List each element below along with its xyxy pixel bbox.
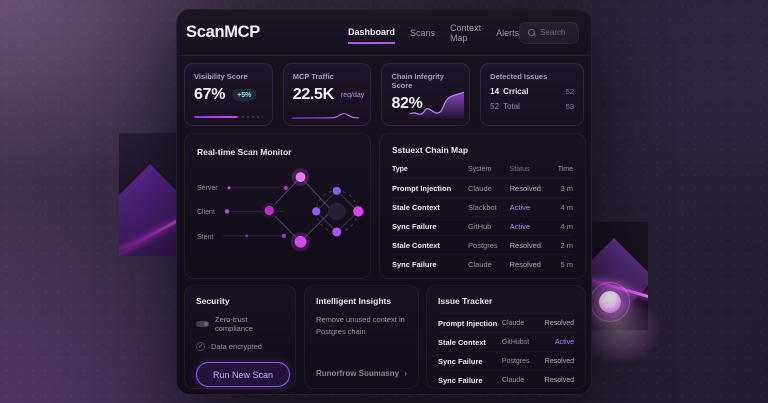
stat-title: Detected Issues [490,72,548,81]
visibility-progress-bar [194,116,263,118]
issue-tracker-card: Issue Tracker Prompt Injection Claude Res… [426,285,586,389]
col-type: Type [392,166,408,173]
insight-action-link[interactable]: Runorfrow Soumasny › [316,368,407,378]
stat-card-traffic: MCP Traffic 22.5K req/day [282,63,372,126]
nav-tab-context-map[interactable]: Context Map [450,17,481,48]
traffic-value: 22.5K [292,86,335,103]
insight-text: Remove unused context in Postgres chain [316,315,405,336]
nav-tab-dashboard[interactable]: Dashboard [348,21,396,44]
issues-row-total: 52 Total 53 [490,102,574,111]
stats-row: Visibility Score 67% +5% MCP Traffic 22.… [184,63,584,126]
background-panel-left [119,133,176,256]
tracker-row[interactable]: Prompt Injection Claude Resolved [438,313,574,332]
integrity-area-chart [410,91,465,119]
search-icon [528,29,536,36]
insight-action-label: Runorfrow Soumasny [316,368,400,378]
security-item-label: Zero-trust compliance [215,315,253,333]
pyramid-shape [119,164,176,256]
security-item-encrypted: ✓ Data encrypted [196,342,284,351]
network-diagram [223,168,364,252]
glowing-orb [599,291,621,313]
header: ScanMCP Dashboard Scans Context Map Aler… [177,10,591,56]
card-title: Intelligent Insights [316,296,392,306]
nav-tab-scans[interactable]: Scans [410,22,435,43]
nav-tab-alerts[interactable]: Alerts [496,22,519,43]
table-row[interactable]: Prompt Injection Claude Resolved 3 m [392,179,573,198]
visibility-value: 67% [194,86,226,103]
chain-map-table: Type System Status Time Prompt Injection… [392,163,573,273]
trend-badge: +5% [232,89,257,101]
background-panel-right [583,222,648,330]
toggle-icon [196,321,209,327]
run-new-scan-button[interactable]: Run New Scan [196,362,290,387]
traffic-unit: req/day [340,91,365,99]
col-time: Time [557,166,573,173]
stat-card-visibility: Visibility Score 67% +5% [184,63,273,126]
card-title: Security [196,296,230,306]
check-icon: ✓ [196,342,205,351]
insights-card: Intelligent Insights Remove unused conte… [304,285,419,389]
scan-monitor-panel: Real-time Scan Monitor Server Client Ste… [184,133,371,279]
table-row[interactable]: Sync Failure Claude Resolved 5 m [392,255,573,274]
tracker-row[interactable]: Sync Failure Postgres Resolved [438,351,574,370]
search-box[interactable] [519,21,579,44]
chain-map-panel: Sstuext Chain Map Type System Status Tim… [379,133,586,279]
tracker-row[interactable]: Sync Failure Claude Resolved [438,370,574,389]
table-row[interactable]: Stale Context Postgres Resolved 2 m [392,236,573,255]
security-item-zero-trust: Zero-trust compliance [196,315,284,333]
dashboard-window: ScanMCP Dashboard Scans Context Map Aler… [176,9,592,395]
stat-title: MCP Traffic [292,72,334,81]
main-nav: Dashboard Scans Context Map Alerts [348,17,519,48]
col-status: Status [509,166,530,173]
stat-title: Visibility Score [194,72,248,81]
traffic-sparkline [291,112,359,119]
security-item-label: Data encrypted [211,342,262,351]
chevron-right-icon: › [404,368,407,378]
col-system: System [468,166,492,173]
stat-card-integrity: Chain Infegrity Score 82% [381,63,471,126]
panel-title: Sstuext Chain Map [392,145,469,155]
table-row[interactable]: Stale Context Slackbot Active 4 m [392,198,573,217]
app-logo: ScanMCP [186,23,261,41]
stat-card-issues: Detected Issues 14 Crrical 52 52 Total 5… [480,63,584,126]
tracker-row[interactable]: Stale Context GitHubst Active [438,332,574,351]
tracker-rows: Prompt Injection Claude Resolved Stale Co… [438,313,574,389]
issues-row-critical: 14 Crrical 52 [490,87,574,96]
security-card: Security Zero-trust compliance ✓ Data en… [184,285,296,389]
table-row[interactable]: Sync Failure GitHub Active 4 m [392,217,573,236]
card-title: Issue Tracker [438,296,493,306]
search-input[interactable] [540,28,570,37]
